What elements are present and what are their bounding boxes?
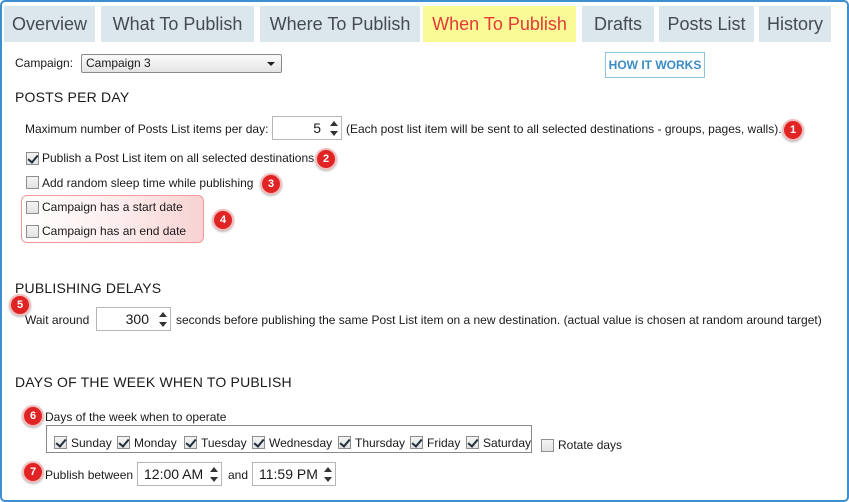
day-saturday-checkbox[interactable] <box>466 436 479 449</box>
start-time-picker[interactable]: 12:00 AM <box>137 462 222 486</box>
wait-seconds-stepper[interactable]: 300 <box>96 307 171 331</box>
publish-between-label: Publish between <box>45 468 134 482</box>
random-sleep-checkbox[interactable] <box>26 176 39 189</box>
campaign-select[interactable]: Campaign 3 <box>81 54 282 73</box>
tab-when-to-publish[interactable]: When To Publish <box>423 6 576 42</box>
time-stepper-arrows-icon[interactable] <box>323 465 333 483</box>
annotation-badge-2: 2 <box>315 148 337 170</box>
days-of-week-heading: DAYS OF THE WEEK WHEN TO PUBLISH <box>15 374 292 390</box>
day-friday-checkbox[interactable] <box>410 436 423 449</box>
publishing-delays-heading: PUBLISHING DELAYS <box>15 280 162 296</box>
end-time-picker[interactable]: 11:59 PM <box>252 462 336 486</box>
rotate-days-checkbox[interactable] <box>541 439 554 452</box>
day-sunday-label: Sunday <box>71 436 112 450</box>
posts-per-day-heading: POSTS PER DAY <box>15 89 130 105</box>
how-it-works-button[interactable]: HOW IT WORKS <box>605 52 705 78</box>
day-tuesday-checkbox[interactable] <box>184 436 197 449</box>
annotation-badge-6: 6 <box>22 405 44 427</box>
stepper-arrows-icon[interactable] <box>158 310 168 328</box>
annotation-badge-1: 1 <box>782 119 804 141</box>
day-monday-label: Monday <box>134 436 177 450</box>
end-time-value: 11:59 PM <box>259 466 318 482</box>
tab-overview[interactable]: Overview <box>4 6 95 42</box>
max-items-stepper[interactable]: 5 <box>272 116 342 140</box>
campaign-label: Campaign: <box>15 56 74 70</box>
wait-around-label: Wait around <box>25 313 90 327</box>
wait-seconds-value: 300 <box>125 311 149 327</box>
start-time-value: 12:00 AM <box>144 466 204 482</box>
start-date-checkbox[interactable] <box>26 201 39 214</box>
day-sunday-checkbox[interactable] <box>54 436 67 449</box>
publish-all-destinations-checkbox[interactable] <box>26 152 39 165</box>
day-wednesday-label: Wednesday <box>269 436 333 450</box>
day-thursday-checkbox[interactable] <box>338 436 351 449</box>
day-saturday-label: Saturday <box>483 436 532 450</box>
wait-note: seconds before publishing the same Post … <box>176 313 822 327</box>
days-operate-label: Days of the week when to operate <box>45 410 227 424</box>
max-items-note: (Each post list item will be sent to all… <box>346 122 782 136</box>
annotation-badge-4: 4 <box>212 209 234 231</box>
tab-posts-list[interactable]: Posts List <box>659 6 754 42</box>
time-stepper-arrows-icon[interactable] <box>209 465 219 483</box>
day-thursday-label: Thursday <box>355 436 406 450</box>
max-items-value: 5 <box>313 120 321 136</box>
day-monday-checkbox[interactable] <box>117 436 130 449</box>
tab-what-to-publish[interactable]: What To Publish <box>101 6 254 42</box>
tab-history[interactable]: History <box>759 6 831 42</box>
day-friday-label: Friday <box>427 436 461 450</box>
end-date-label: Campaign has an end date <box>42 224 187 238</box>
tab-drafts[interactable]: Drafts <box>582 6 654 42</box>
max-items-label: Maximum number of Posts List items per d… <box>25 122 269 136</box>
random-sleep-label: Add random sleep time while publishing <box>42 176 254 190</box>
rotate-days-label: Rotate days <box>558 438 623 452</box>
stepper-arrows-icon[interactable] <box>329 119 339 137</box>
dropdown-arrow-icon <box>267 62 275 66</box>
and-label: and <box>228 468 249 482</box>
annotation-badge-3: 3 <box>260 173 282 195</box>
day-tuesday-label: Tuesday <box>201 436 247 450</box>
end-date-checkbox[interactable] <box>26 225 39 238</box>
campaign-select-value: Campaign 3 <box>86 56 151 70</box>
publish-all-destinations-label: Publish a Post List item on all selected… <box>42 151 315 165</box>
start-date-label: Campaign has a start date <box>42 200 183 214</box>
tab-where-to-publish[interactable]: Where To Publish <box>260 6 420 42</box>
annotation-badge-7: 7 <box>22 461 44 483</box>
day-wednesday-checkbox[interactable] <box>252 436 265 449</box>
